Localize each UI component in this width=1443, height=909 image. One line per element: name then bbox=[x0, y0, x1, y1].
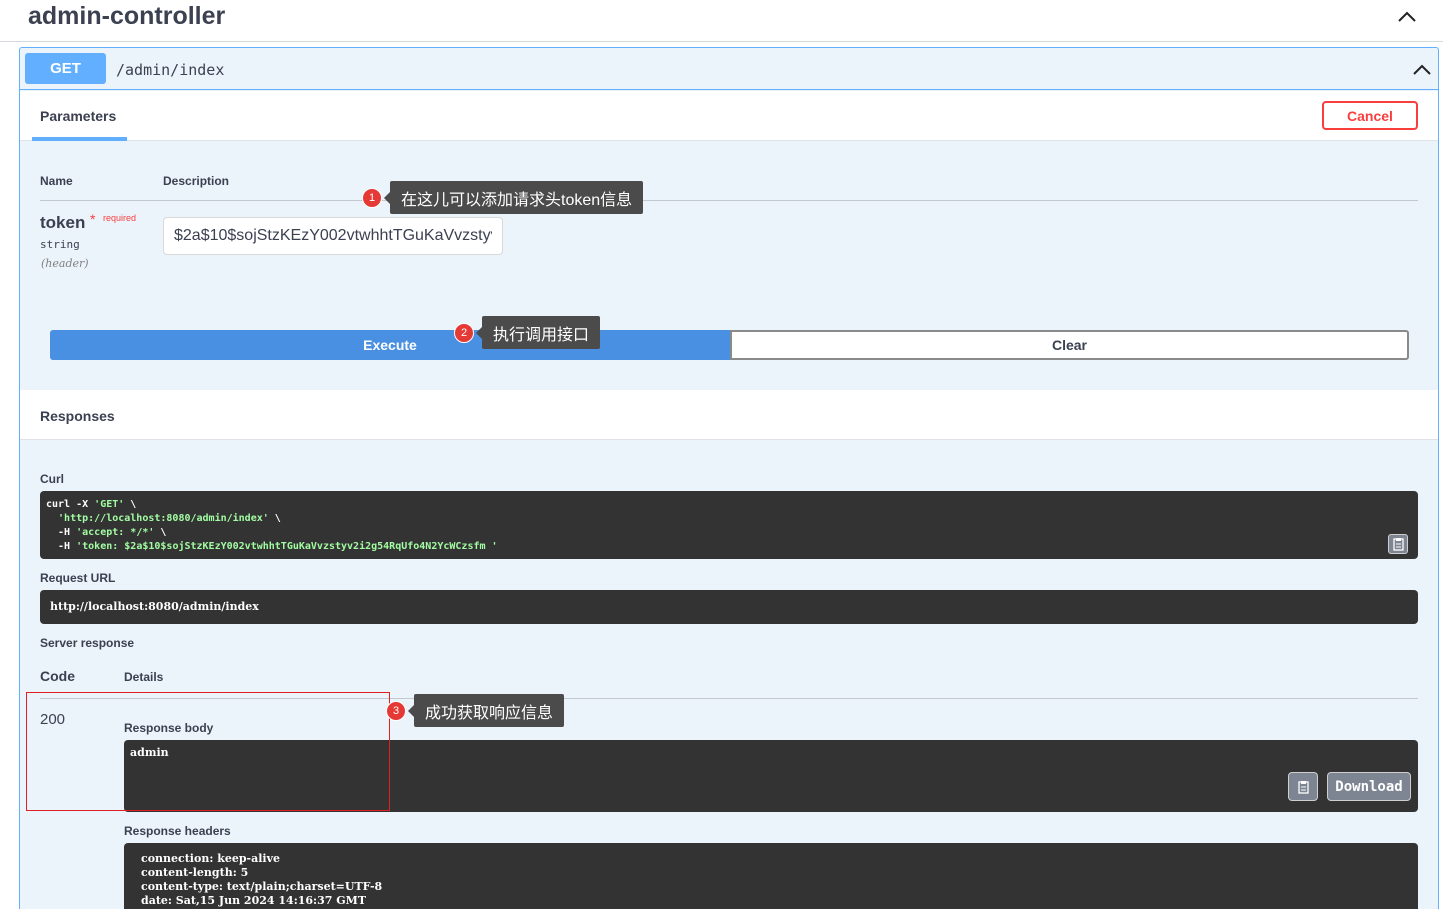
response-headers-block: connection: keep-alive content-length: 5… bbox=[124, 843, 1418, 909]
divider bbox=[40, 200, 1418, 201]
server-response-label: Server response bbox=[40, 636, 135, 650]
annotation-number: 2 bbox=[454, 322, 474, 343]
request-url-label: Request URL bbox=[40, 571, 116, 585]
copy-icon[interactable] bbox=[1288, 772, 1318, 801]
responses-title: Responses bbox=[40, 408, 115, 424]
token-input[interactable] bbox=[163, 217, 503, 255]
annotation-number: 1 bbox=[362, 187, 382, 208]
curl-code-block: curl -X 'GET' \ 'http://localhost:8080/a… bbox=[40, 491, 1418, 559]
annotation-text: 执行调用接口 bbox=[475, 316, 601, 349]
copy-icon[interactable] bbox=[1388, 534, 1408, 554]
chevron-up-icon[interactable] bbox=[1397, 8, 1417, 24]
execute-button[interactable]: Execute bbox=[50, 330, 730, 360]
chevron-up-icon[interactable] bbox=[1412, 62, 1432, 76]
param-location: (header) bbox=[41, 257, 89, 270]
column-header-name: Name bbox=[40, 174, 73, 188]
annotation-3: 3 成功获取响应信息 bbox=[386, 694, 565, 727]
request-url: http://localhost:8080/admin/index bbox=[50, 600, 259, 613]
curl-label: Curl bbox=[40, 472, 64, 486]
annotation-2: 2 执行调用接口 bbox=[454, 316, 601, 349]
operation-summary[interactable]: GET /admin/index bbox=[20, 48, 1438, 90]
column-header-code: Code bbox=[40, 668, 75, 684]
tag-header[interactable]: admin-controller bbox=[0, 0, 1443, 42]
curl-command: curl -X 'GET' \ 'http://localhost:8080/a… bbox=[46, 499, 498, 552]
cancel-button[interactable]: Cancel bbox=[1322, 101, 1418, 130]
annotation-1: 1 在这儿可以添加请求头token信息 bbox=[362, 181, 644, 214]
tab-underline bbox=[32, 137, 127, 141]
highlight-box bbox=[26, 692, 390, 811]
param-name: token bbox=[40, 213, 86, 232]
tab-parameters[interactable]: Parameters bbox=[40, 108, 116, 124]
parameters-header: Parameters Cancel bbox=[20, 91, 1438, 141]
request-url-block: http://localhost:8080/admin/index bbox=[40, 590, 1418, 624]
method-badge: GET bbox=[25, 53, 106, 84]
response-headers: connection: keep-alive content-length: 5… bbox=[141, 852, 383, 907]
responses-header: Responses bbox=[20, 390, 1438, 440]
param-type: string bbox=[40, 238, 80, 251]
annotation-text: 成功获取响应信息 bbox=[407, 694, 565, 727]
clear-button[interactable]: Clear bbox=[730, 330, 1409, 360]
required-star: * bbox=[90, 211, 96, 227]
column-header-description: Description bbox=[163, 174, 230, 188]
download-button[interactable]: Download bbox=[1327, 772, 1411, 801]
annotation-number: 3 bbox=[386, 700, 406, 721]
tag-title: admin-controller bbox=[28, 2, 226, 30]
column-header-details: Details bbox=[124, 670, 164, 684]
required-label: required bbox=[103, 213, 137, 223]
annotation-text: 在这儿可以添加请求头token信息 bbox=[383, 181, 644, 214]
operation-path: /admin/index bbox=[116, 61, 225, 79]
response-headers-label: Response headers bbox=[124, 824, 231, 838]
